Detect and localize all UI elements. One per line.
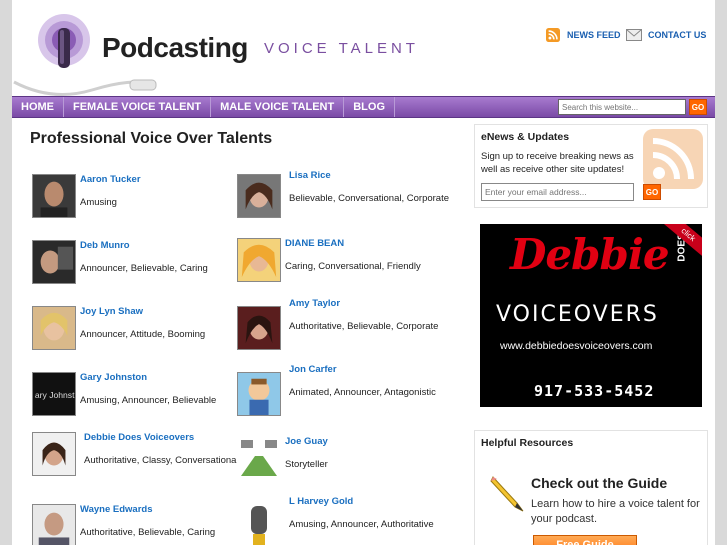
talent-card: Lisa Rice Believable, Conversational, Co… xyxy=(237,170,450,230)
talent-photo[interactable] xyxy=(237,238,281,282)
talent-tags: Storyteller xyxy=(285,459,328,470)
talent-name-link[interactable]: L Harvey Gold xyxy=(289,496,353,507)
talent-name-link[interactable]: Deb Munro xyxy=(80,240,130,251)
talent-tags: Announcer, Attitude, Booming xyxy=(80,329,206,340)
guide-title: Check out the Guide xyxy=(531,475,668,491)
talent-photo[interactable]: ary Johnst xyxy=(32,372,76,416)
page: Podcasting VOICE TALENT NEWS FEED CONTAC… xyxy=(12,0,715,545)
talent-photo[interactable] xyxy=(32,306,76,350)
talent-tags: Animated, Announcer, Antagonistic xyxy=(289,387,436,398)
talent-tags: Authoritative, Classy, Conversational xyxy=(84,455,239,466)
nav-female-voice-talent[interactable]: FEMALE VOICE TALENT xyxy=(64,97,212,117)
contact-us-link[interactable]: CONTACT US xyxy=(626,28,706,42)
email-input[interactable] xyxy=(481,183,634,201)
talent-name-link[interactable]: Aaron Tucker xyxy=(80,174,141,185)
talent-card: Jon Carfer Animated, Announcer, Antagoni… xyxy=(237,364,447,424)
enews-widget: eNews & Updates Sign up to receive break… xyxy=(474,124,708,208)
nav-blog[interactable]: BLOG xyxy=(344,97,395,117)
rss-watermark-icon xyxy=(643,129,703,189)
talent-photo[interactable] xyxy=(32,432,76,476)
talent-tags: Amusing, Announcer, Believable xyxy=(80,395,217,406)
talent-card: Aaron Tucker Amusing xyxy=(32,174,242,234)
talent-name-link[interactable]: Amy Taylor xyxy=(289,298,340,309)
nav-male-voice-talent[interactable]: MALE VOICE TALENT xyxy=(211,97,345,117)
news-feed-link[interactable]: NEWS FEED xyxy=(545,28,621,42)
talent-card: L Harvey Gold Amusing, Announcer, Author… xyxy=(237,496,447,545)
site-header: Podcasting VOICE TALENT NEWS FEED CONTAC… xyxy=(12,10,715,96)
talent-card: Amy Taylor Authoritative, Believable, Co… xyxy=(237,298,447,358)
talent-tags: Amusing xyxy=(80,197,117,208)
sidebar: eNews & Updates Sign up to receive break… xyxy=(474,124,708,545)
talent-photo[interactable] xyxy=(237,436,281,480)
free-guide-button[interactable]: Free Guide xyxy=(533,535,637,545)
ad-url: www.debbiedoesvoiceovers.com xyxy=(500,340,653,352)
enews-title: eNews & Updates xyxy=(481,131,570,143)
ad-voiceovers-label: VOICEOVERS xyxy=(496,302,659,327)
talent-name-link[interactable]: Debbie Does Voiceovers xyxy=(84,432,194,443)
email-go-button[interactable]: GO xyxy=(643,184,661,200)
talent-photo[interactable] xyxy=(32,504,76,545)
pencil-icon xyxy=(490,476,524,512)
search-go-button[interactable]: GO xyxy=(689,99,707,115)
main-content: Professional Voice Over Talents Aaron Tu… xyxy=(24,124,470,545)
resources-title: Helpful Resources xyxy=(481,437,574,449)
talent-card: Joe Guay Storyteller xyxy=(237,436,447,496)
enews-description: Sign up to receive breaking news as well… xyxy=(481,151,634,175)
talent-tags: Amusing, Announcer, Authoritative xyxy=(289,519,434,530)
contact-us-label: CONTACT US xyxy=(648,30,707,40)
talent-tags: Authoritative, Believable, Corporate xyxy=(289,321,439,332)
talent-photo[interactable] xyxy=(32,240,76,284)
talent-card: DIANE BEAN Caring, Conversational, Frien… xyxy=(237,238,447,298)
talent-tags: Announcer, Believable, Caring xyxy=(80,263,208,274)
talent-card: Deb Munro Announcer, Believable, Caring xyxy=(32,240,242,300)
talent-photo[interactable] xyxy=(237,174,281,218)
talent-name-link[interactable]: Joe Guay xyxy=(285,436,328,447)
talent-card: Debbie Does Voiceovers Authoritative, Cl… xyxy=(32,432,242,492)
talent-photo[interactable] xyxy=(237,306,281,350)
svg-text:ary Johnst: ary Johnst xyxy=(35,390,75,400)
envelope-icon xyxy=(626,29,642,41)
talent-name-link[interactable]: Wayne Edwards xyxy=(80,504,153,515)
talent-name-link[interactable]: DIANE BEAN xyxy=(285,238,344,249)
helpful-resources-widget: Helpful Resources Check out the Guide Le… xyxy=(474,430,708,545)
nav-home[interactable]: HOME xyxy=(12,97,64,117)
talent-tags: Caring, Conversational, Friendly xyxy=(285,261,421,272)
main-nav: HOME FEMALE VOICE TALENT MALE VOICE TALE… xyxy=(12,96,715,118)
talent-name-link[interactable]: Lisa Rice xyxy=(289,170,331,181)
page-title: Professional Voice Over Talents xyxy=(30,130,273,147)
debbie-does-voiceovers-ad[interactable]: Debbie DOES VOICEOVERS www.debbiedoesvoi… xyxy=(480,224,702,407)
talent-name-link[interactable]: Joy Lyn Shaw xyxy=(80,306,143,317)
talent-photo[interactable] xyxy=(237,504,281,545)
rss-icon xyxy=(546,28,560,42)
talent-name-link[interactable]: Jon Carfer xyxy=(289,364,337,375)
ad-phone: 917-533-5452 xyxy=(534,382,655,400)
talent-tags: Believable, Conversational, Corporate xyxy=(289,193,450,204)
logo-tagline: VOICE TALENT xyxy=(264,40,419,57)
talent-photo[interactable] xyxy=(237,372,281,416)
nav-search: GO xyxy=(558,99,707,115)
talent-card: Wayne Edwards Authoritative, Believable,… xyxy=(32,504,242,545)
talent-card: Joy Lyn Shaw Announcer, Attitude, Boomin… xyxy=(32,306,242,366)
guide-description: Learn how to hire a voice talent for you… xyxy=(531,498,700,525)
search-input[interactable] xyxy=(558,99,686,115)
talent-photo[interactable] xyxy=(32,174,76,218)
ad-script-title: Debbie xyxy=(510,230,670,279)
logo-wordmark[interactable]: Podcasting xyxy=(102,32,248,64)
talent-tags: Authoritative, Believable, Caring xyxy=(80,527,216,538)
talent-name-link[interactable]: Gary Johnston xyxy=(80,372,147,383)
news-feed-label: NEWS FEED xyxy=(567,30,621,40)
talent-card: ary Johnst Gary Johnston Amusing, Announ… xyxy=(32,372,242,432)
